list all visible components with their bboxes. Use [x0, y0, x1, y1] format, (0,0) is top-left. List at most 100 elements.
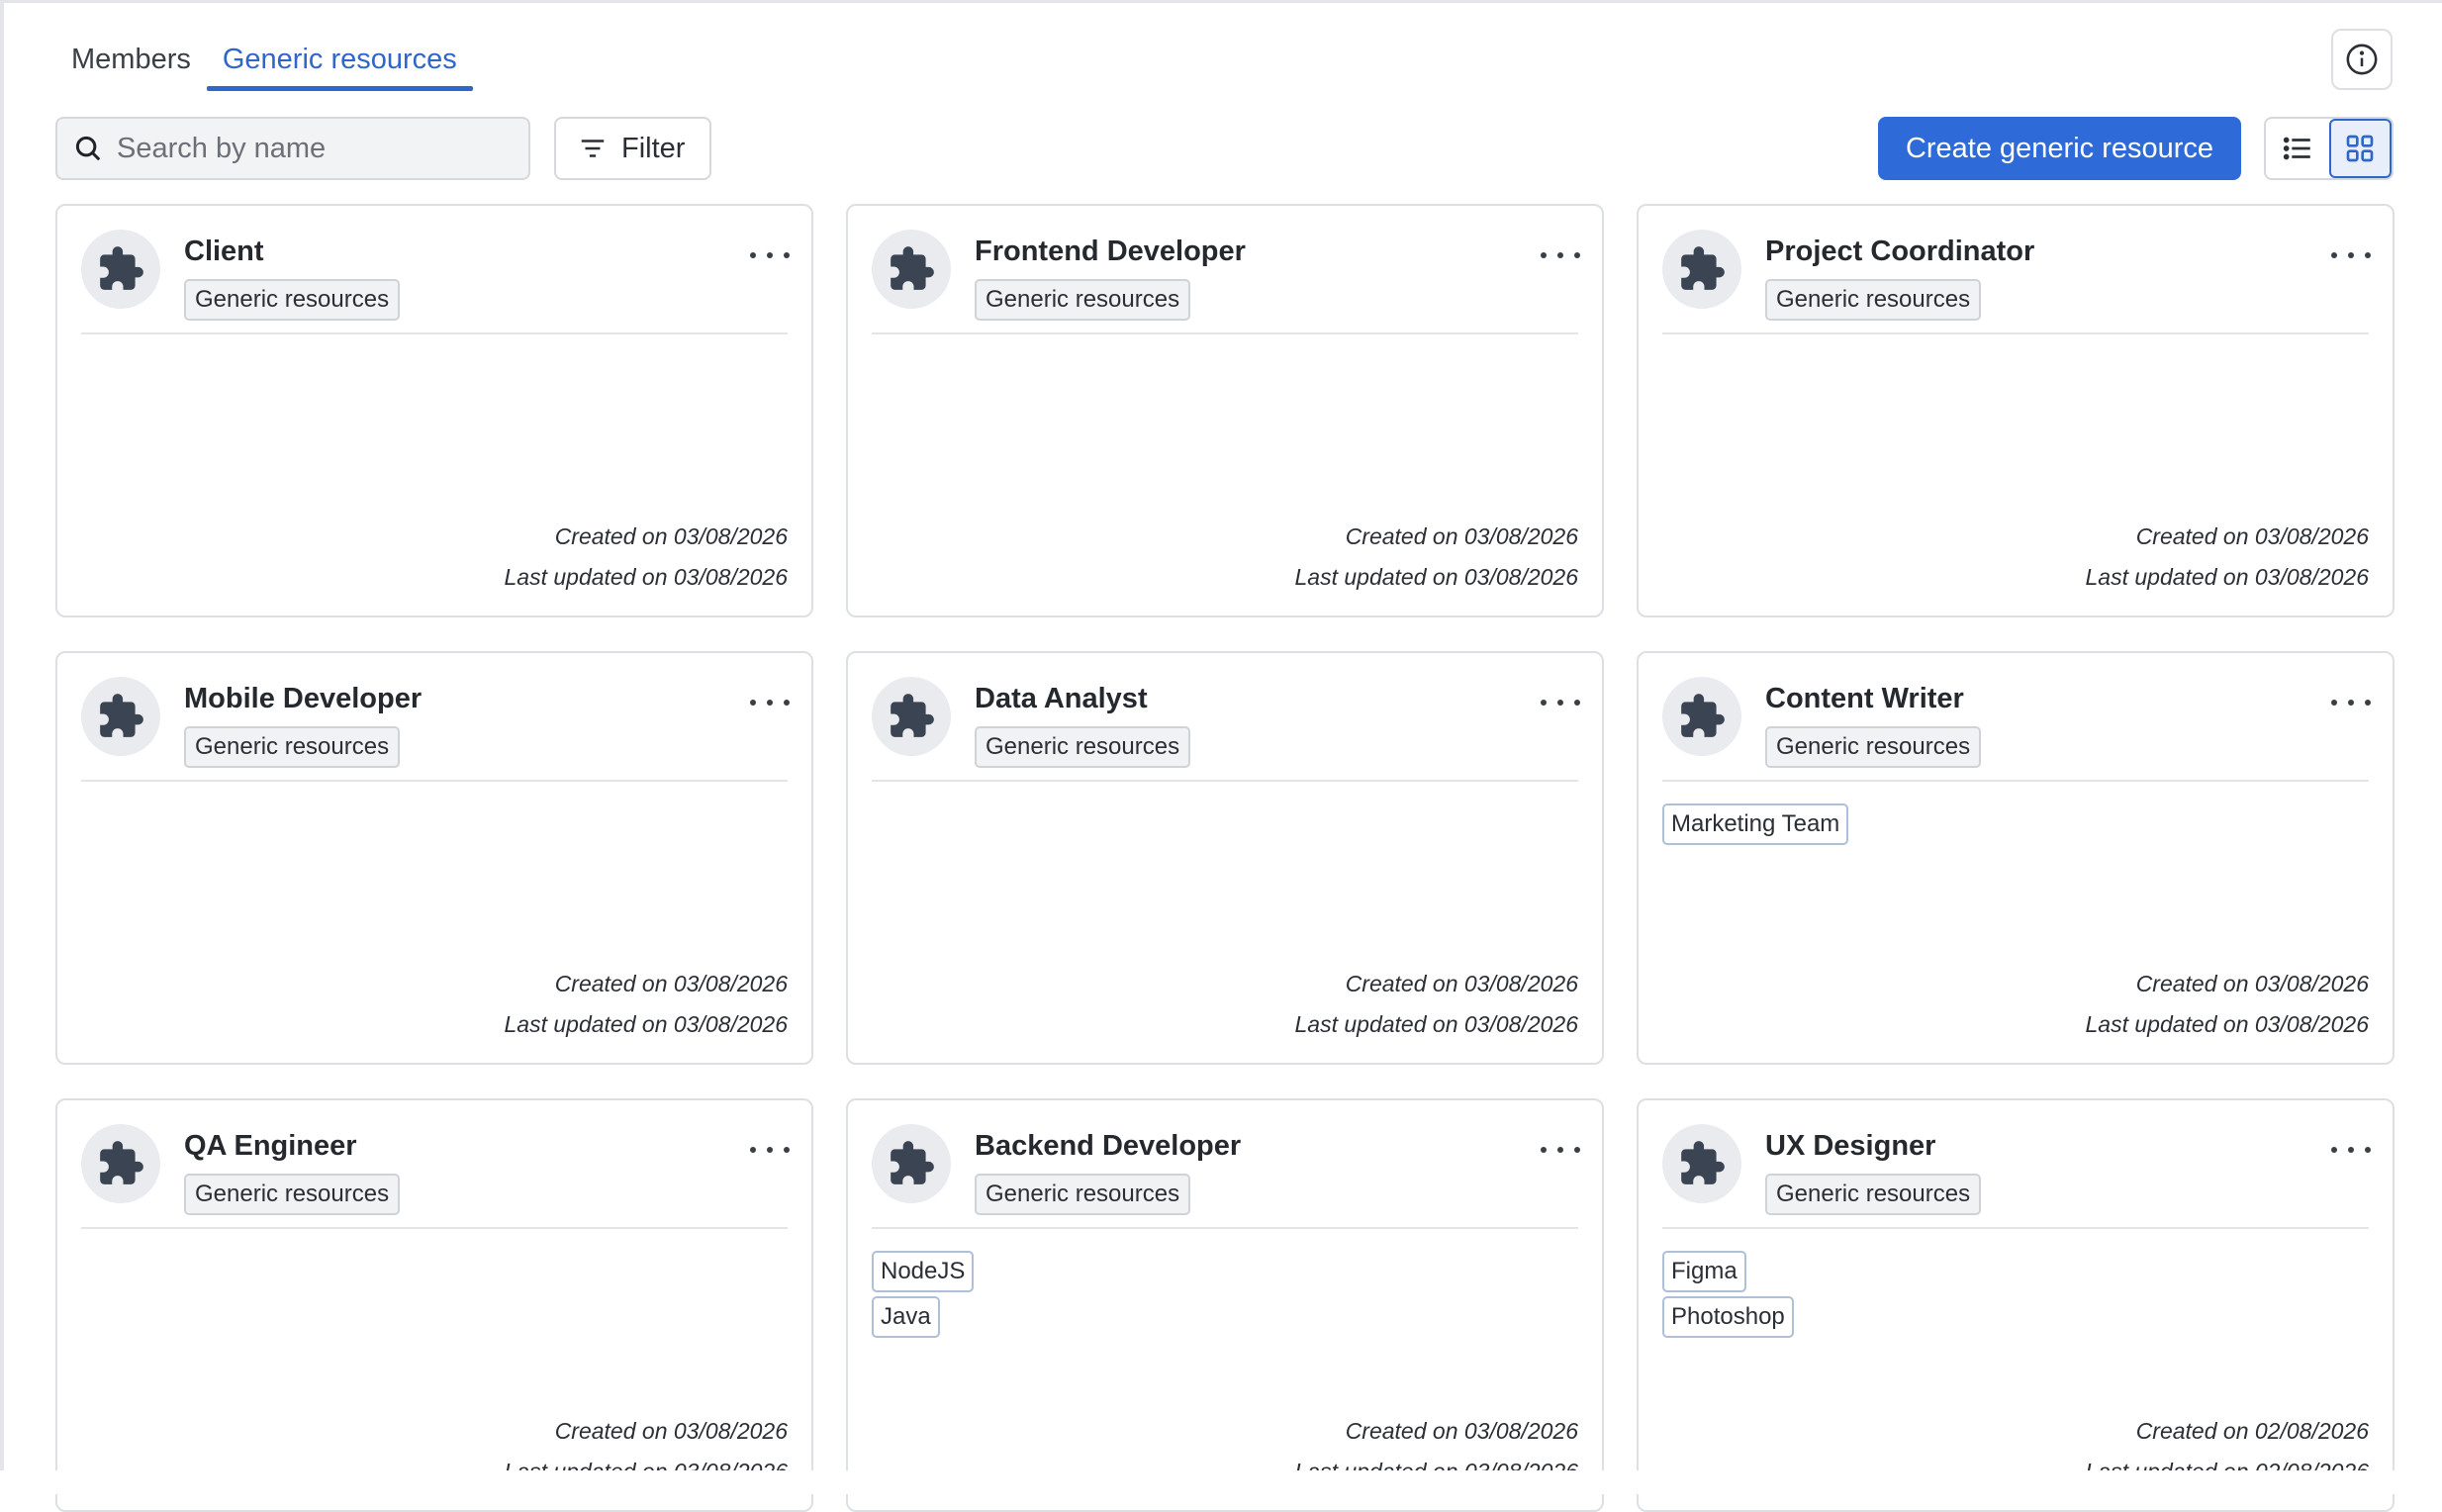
resource-type-badge: Generic resources	[975, 279, 1191, 321]
more-options-button[interactable]	[1541, 243, 1580, 267]
resource-card[interactable]: Project Coordinator Generic resources Crea…	[1637, 204, 2395, 617]
tab-members[interactable]: Members	[55, 28, 207, 91]
more-horizontal-icon	[784, 252, 790, 258]
more-horizontal-icon	[1541, 252, 1547, 258]
puzzle-piece-icon	[891, 246, 934, 290]
resource-avatar	[1662, 1124, 1741, 1203]
resource-type-badge: Generic resources	[1765, 1174, 1982, 1215]
scroll-clip	[0, 1470, 2442, 1494]
card-divider	[81, 332, 788, 334]
more-horizontal-icon	[2331, 700, 2337, 706]
resource-name[interactable]: Frontend Developer	[975, 236, 1246, 268]
skill-tag: Photoshop	[1662, 1296, 1794, 1338]
skill-tag: NodeJS	[872, 1251, 975, 1292]
more-horizontal-icon	[750, 700, 756, 706]
create-generic-resource-button[interactable]: Create generic resource	[1878, 117, 2241, 180]
more-options-button[interactable]	[750, 243, 790, 267]
resource-avatar	[872, 230, 951, 309]
resource-card[interactable]: Mobile Developer Generic resources Created…	[55, 651, 813, 1065]
more-horizontal-icon	[784, 700, 790, 706]
updated-date: Last updated on 03/08/2026	[1294, 1011, 1578, 1037]
resource-avatar	[81, 677, 160, 756]
search-icon	[75, 136, 101, 161]
more-horizontal-icon	[1574, 700, 1580, 706]
tab-bar: Members Generic resources	[55, 28, 473, 91]
resource-card[interactable]: Backend Developer Generic resources NodeJS…	[846, 1098, 1604, 1512]
puzzle-piece-icon	[1681, 1141, 1725, 1184]
more-horizontal-icon	[1541, 1147, 1547, 1153]
more-horizontal-icon	[767, 700, 773, 706]
created-date: Created on 03/08/2026	[1345, 1418, 1578, 1444]
more-horizontal-icon	[2348, 700, 2354, 706]
resource-card[interactable]: UX Designer Generic resources Figma Photosh…	[1637, 1098, 2395, 1512]
tag-list: NodeJS Java	[872, 1251, 975, 1342]
card-divider	[872, 780, 1578, 782]
info-icon	[2346, 44, 2378, 75]
resource-type-badge: Generic resources	[975, 1174, 1191, 1215]
resource-type-badge: Generic resources	[184, 1174, 401, 1215]
card-divider	[1662, 1227, 2369, 1229]
more-horizontal-icon	[2348, 1147, 2354, 1153]
list-view-button[interactable]	[2266, 119, 2329, 178]
updated-date: Last updated on 03/08/2026	[1294, 564, 1578, 590]
more-options-button[interactable]	[1541, 691, 1580, 714]
filter-button[interactable]: Filter	[554, 117, 711, 180]
resource-avatar	[1662, 230, 1741, 309]
more-horizontal-icon	[1557, 1147, 1563, 1153]
more-options-button[interactable]	[750, 1138, 790, 1162]
tag-list: Figma Photoshop	[1662, 1251, 1794, 1342]
more-horizontal-icon	[1557, 700, 1563, 706]
puzzle-piece-icon	[100, 1141, 143, 1184]
puzzle-piece-icon	[1681, 694, 1725, 737]
created-date: Created on 03/08/2026	[554, 971, 788, 996]
more-horizontal-icon	[2365, 1147, 2371, 1153]
resource-type-badge: Generic resources	[1765, 726, 1982, 768]
puzzle-piece-icon	[1681, 246, 1725, 290]
top-border	[0, 0, 2442, 3]
resource-name[interactable]: QA Engineer	[184, 1130, 357, 1163]
info-button[interactable]	[2331, 29, 2393, 90]
updated-date: Last updated on 03/08/2026	[504, 1011, 788, 1037]
grid-view-icon	[2346, 135, 2374, 162]
resource-name[interactable]: Backend Developer	[975, 1130, 1241, 1163]
puzzle-piece-icon	[100, 246, 143, 290]
more-horizontal-icon	[767, 1147, 773, 1153]
skill-tag: Figma	[1662, 1251, 1746, 1292]
resource-card[interactable]: Client Generic resources Created on 03/08/…	[55, 204, 813, 617]
search-box	[55, 117, 530, 180]
view-toggle	[2264, 117, 2394, 180]
resource-type-badge: Generic resources	[975, 726, 1191, 768]
resource-avatar	[81, 1124, 160, 1203]
resource-name[interactable]: Project Coordinator	[1765, 236, 2034, 268]
more-horizontal-icon	[750, 1147, 756, 1153]
resource-card[interactable]: Frontend Developer Generic resources Creat…	[846, 204, 1604, 617]
resource-avatar	[1662, 677, 1741, 756]
more-options-button[interactable]	[2331, 1138, 2371, 1162]
more-horizontal-icon	[2331, 1147, 2337, 1153]
created-date: Created on 03/08/2026	[2135, 971, 2369, 996]
more-options-button[interactable]	[2331, 243, 2371, 267]
resource-name[interactable]: Mobile Developer	[184, 683, 422, 715]
resource-name[interactable]: Content Writer	[1765, 683, 1964, 715]
resource-name[interactable]: UX Designer	[1765, 1130, 1935, 1163]
puzzle-piece-icon	[100, 694, 143, 737]
more-horizontal-icon	[1557, 252, 1563, 258]
more-options-button[interactable]	[1541, 1138, 1580, 1162]
resource-name[interactable]: Client	[184, 236, 264, 268]
search-input[interactable]	[115, 131, 495, 166]
card-divider	[872, 1227, 1578, 1229]
resource-name[interactable]: Data Analyst	[975, 683, 1148, 715]
more-horizontal-icon	[2348, 252, 2354, 258]
created-date: Created on 02/08/2026	[2135, 1418, 2369, 1444]
puzzle-piece-icon	[891, 1141, 934, 1184]
card-divider	[872, 332, 1578, 334]
more-options-button[interactable]	[2331, 691, 2371, 714]
grid-view-button[interactable]	[2328, 119, 2392, 178]
resource-card[interactable]: QA Engineer Generic resources Created on 0…	[55, 1098, 813, 1512]
card-divider	[1662, 332, 2369, 334]
filter-icon	[581, 140, 605, 157]
more-options-button[interactable]	[750, 691, 790, 714]
resource-card[interactable]: Data Analyst Generic resources Created on …	[846, 651, 1604, 1065]
tab-generic-resources[interactable]: Generic resources	[206, 28, 473, 91]
resource-card[interactable]: Content Writer Generic resources Marketing…	[1637, 651, 2395, 1065]
